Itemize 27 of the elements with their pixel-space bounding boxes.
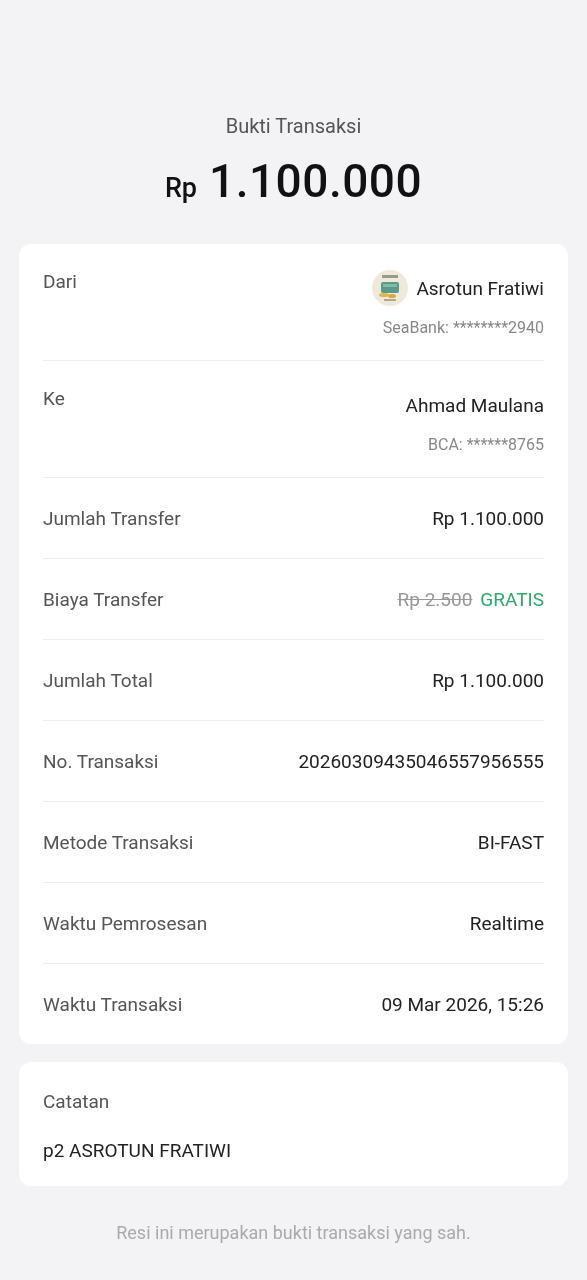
row-value: Rp 1.100.000: [432, 668, 544, 692]
row-label: Ke: [43, 387, 65, 410]
account-name: Asrotun Fratiwi: [416, 276, 544, 300]
row-label: Jumlah Total: [43, 668, 153, 692]
row-value: 09 Mar 2026, 15:26: [381, 992, 544, 1016]
footer-text: Resi ini merupakan bukti transaksi yang sah.: [115, 1222, 472, 1243]
row-value: Rp 1.100.000: [432, 506, 544, 530]
original-fee: Rp 2.500: [397, 587, 473, 611]
row-label: No. Transaksi: [43, 749, 159, 773]
row-label: Waktu Transaksi: [43, 992, 183, 1016]
row-value: BI-FAST: [477, 830, 544, 854]
note-text: p2 ASROTUN FRATIWI: [43, 1139, 232, 1162]
account-name: Ahmad Maulana: [405, 393, 544, 417]
row-value: Realtime: [469, 911, 544, 935]
account-number: BCA: ******8765: [428, 435, 544, 454]
row-label: Dari: [43, 270, 77, 293]
row-label: Biaya Transfer: [43, 587, 164, 611]
row-label: Metode Transaksi: [43, 830, 194, 854]
receipt-title: Bukti Transaksi: [225, 114, 362, 138]
row-value: 20260309435046557956555: [298, 749, 544, 773]
row-label: Waktu Pemrosesan: [43, 911, 208, 935]
currency-label: Rp: [164, 172, 198, 204]
fee-value: GRATIS: [480, 587, 544, 611]
amount-text: 1.100.000: [209, 154, 423, 208]
row-label: Jumlah Transfer: [43, 506, 181, 530]
note-label: Catatan: [43, 1090, 110, 1113]
account-number: SeaBank: ********2940: [382, 318, 544, 337]
